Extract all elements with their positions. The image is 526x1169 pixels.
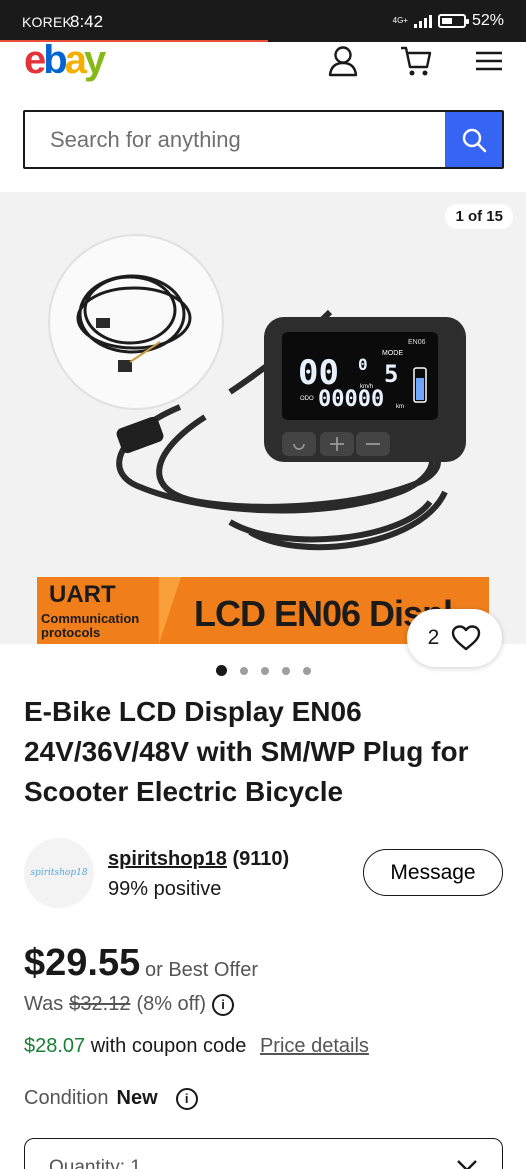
condition-row: Condition New i <box>24 1087 198 1110</box>
product-title: E-Bike LCD Display EN06 24V/36V/48V with… <box>24 696 469 807</box>
gallery-pagination <box>216 665 311 676</box>
info-icon[interactable]: i <box>212 993 235 1016</box>
carrier-label: KOREK <box>22 14 73 30</box>
menu-icon[interactable] <box>472 44 506 78</box>
status-indicators: 4G+ 52% <box>393 12 504 30</box>
chevron-down-icon <box>457 1160 477 1169</box>
seller-avatar[interactable]: spiritshop18 <box>24 838 94 908</box>
pagination-dot[interactable] <box>216 665 227 676</box>
network-type: 4G+ <box>392 16 408 25</box>
cart-icon[interactable] <box>399 44 433 78</box>
lcd-odo-unit: km <box>396 404 404 410</box>
banner-uart: UART <box>49 581 116 608</box>
search-input[interactable] <box>25 112 445 167</box>
clock: 8:42 <box>70 12 104 31</box>
condition-label: Condition <box>24 1087 109 1109</box>
coupon-price: $28.07 <box>24 1035 86 1057</box>
status-bar: KOREK 8:42 4G+ 52% <box>0 0 526 42</box>
account-icon[interactable] <box>326 44 360 78</box>
price: $29.55 <box>24 942 141 984</box>
battery-icon <box>437 14 469 28</box>
seller-feedback: 99% positive <box>108 878 222 900</box>
pagination-dot[interactable] <box>261 666 269 675</box>
search-bar <box>23 110 504 169</box>
message-button[interactable]: Message <box>363 849 503 896</box>
condition-info-icon[interactable]: i <box>175 1087 198 1110</box>
lcd-odo: 00000 <box>318 387 384 412</box>
lcd-speed-decimal: 0 <box>358 355 368 374</box>
pagination-dot[interactable] <box>282 666 290 675</box>
coupon-text: with coupon code <box>90 1035 247 1057</box>
search-button[interactable] <box>445 112 502 167</box>
coupon-row: $28.07 with coupon code Price details <box>24 1035 369 1058</box>
quantity-label: Quantity: 1 <box>49 1157 141 1169</box>
quantity-select[interactable]: Quantity: 1 <box>24 1138 503 1169</box>
signal-icon <box>413 14 432 28</box>
discount: (8% off) <box>136 993 207 1015</box>
watch-count: 2 <box>427 626 440 649</box>
was-label: Was <box>24 993 64 1015</box>
seller-name-link[interactable]: spiritshop18 <box>108 848 227 870</box>
battery-percent: 52% <box>471 12 504 29</box>
lcd-odo-label: ODO <box>300 396 314 402</box>
was-price-row: Was $32.12 (8% off) i <box>24 993 235 1016</box>
banner-protocols: Communication protocols <box>41 611 140 640</box>
condition-value: New <box>116 1087 158 1109</box>
heart-icon <box>452 625 481 651</box>
image-gallery[interactable]: 1 of 15 EN06 00 0 MODE 5 km/h ODO 00000 … <box>0 192 526 644</box>
best-offer-label: or Best Offer <box>145 959 259 981</box>
lcd-mode: 5 <box>384 360 398 388</box>
pagination-dot[interactable] <box>240 666 248 675</box>
ebay-logo[interactable]: ebay <box>24 38 106 83</box>
seller-feedback-count: (9110) <box>232 848 290 870</box>
lcd-mode-label: MODE <box>382 350 403 357</box>
watch-button[interactable]: 2 <box>407 609 502 667</box>
search-icon <box>462 128 486 152</box>
pagination-dot[interactable] <box>303 666 311 675</box>
price-details-link[interactable]: Price details <box>260 1035 369 1057</box>
seller-info: spiritshop18 (9110) <box>108 848 289 871</box>
lcd-model: EN06 <box>408 339 426 346</box>
was-price: $32.12 <box>69 993 131 1015</box>
header: ebay <box>0 38 526 104</box>
